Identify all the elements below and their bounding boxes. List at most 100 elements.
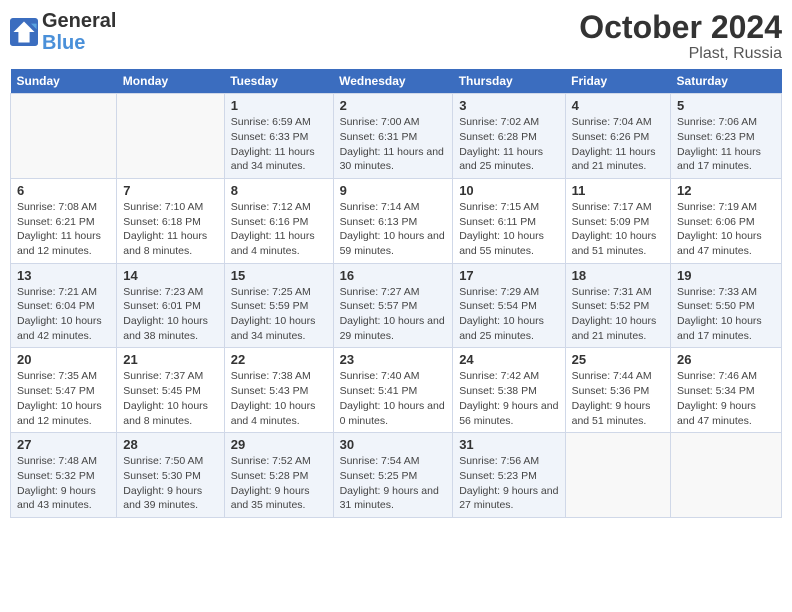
- calendar-cell: 10 Sunrise: 7:15 AMSunset: 6:11 PMDayligh…: [453, 178, 565, 263]
- calendar-cell: 13 Sunrise: 7:21 AMSunset: 6:04 PMDayligh…: [11, 263, 117, 348]
- weekday-header: Monday: [117, 69, 224, 94]
- day-info: Sunrise: 7:06 AMSunset: 6:23 PMDaylight:…: [677, 115, 775, 174]
- calendar-cell: 3Sunrise: 7:02 AMSunset: 6:28 PMDaylight…: [453, 94, 565, 179]
- day-info: Sunrise: 7:25 AMSunset: 5:59 PMDaylight:…: [231, 285, 327, 344]
- weekday-header: Thursday: [453, 69, 565, 94]
- calendar-table: SundayMondayTuesdayWednesdayThursdayFrid…: [10, 69, 782, 518]
- calendar-cell: 5 Sunrise: 7:06 AMSunset: 6:23 PMDaylight…: [671, 94, 782, 179]
- weekday-header: Sunday: [11, 69, 117, 94]
- calendar-cell: 20 Sunrise: 7:35 AMSunset: 5:47 PMDayligh…: [11, 348, 117, 433]
- calendar-week-row: 1 Sunrise: 6:59 AMSunset: 6:33 PMDaylight…: [11, 94, 782, 179]
- weekday-header: Tuesday: [224, 69, 333, 94]
- day-info: Sunrise: 7:31 AMSunset: 5:52 PMDaylight:…: [572, 285, 664, 344]
- calendar-cell: [671, 433, 782, 518]
- day-number: 5: [677, 98, 775, 113]
- day-number: 18: [572, 268, 664, 283]
- day-info: Sunrise: 7:21 AMSunset: 6:04 PMDaylight:…: [17, 285, 110, 344]
- calendar-cell: 25 Sunrise: 7:44 AMSunset: 5:36 PMDayligh…: [565, 348, 670, 433]
- calendar-cell: 27Sunrise: 7:48 AMSunset: 5:32 PMDayligh…: [11, 433, 117, 518]
- calendar-cell: 15 Sunrise: 7:25 AMSunset: 5:59 PMDayligh…: [224, 263, 333, 348]
- page-subtitle: Plast, Russia: [579, 45, 782, 63]
- day-number: 6: [17, 183, 110, 198]
- day-info: Sunrise: 7:33 AMSunset: 5:50 PMDaylight:…: [677, 285, 775, 344]
- day-info: Sunrise: 7:38 AMSunset: 5:43 PMDaylight:…: [231, 369, 327, 428]
- calendar-cell: 2 Sunrise: 7:00 AMSunset: 6:31 PMDaylight…: [333, 94, 453, 179]
- day-info: Sunrise: 7:46 AMSunset: 5:34 PMDaylight:…: [677, 369, 775, 428]
- day-number: 16: [340, 268, 447, 283]
- day-number: 21: [123, 352, 217, 367]
- day-number: 29: [231, 437, 327, 452]
- day-number: 9: [340, 183, 447, 198]
- calendar-cell: 28Sunrise: 7:50 AMSunset: 5:30 PMDayligh…: [117, 433, 224, 518]
- calendar-cell: 6Sunrise: 7:08 AMSunset: 6:21 PMDaylight…: [11, 178, 117, 263]
- day-number: 30: [340, 437, 447, 452]
- day-number: 12: [677, 183, 775, 198]
- day-info: Sunrise: 7:44 AMSunset: 5:36 PMDaylight:…: [572, 369, 664, 428]
- day-number: 19: [677, 268, 775, 283]
- calendar-header: SundayMondayTuesdayWednesdayThursdayFrid…: [11, 69, 782, 94]
- day-info: Sunrise: 6:59 AMSunset: 6:33 PMDaylight:…: [231, 115, 327, 174]
- day-info: Sunrise: 7:52 AMSunset: 5:28 PMDaylight:…: [231, 454, 327, 513]
- day-number: 1: [231, 98, 327, 113]
- day-number: 11: [572, 183, 664, 198]
- day-number: 25: [572, 352, 664, 367]
- calendar-week-row: 20 Sunrise: 7:35 AMSunset: 5:47 PMDayligh…: [11, 348, 782, 433]
- calendar-cell: 21 Sunrise: 7:37 AMSunset: 5:45 PMDayligh…: [117, 348, 224, 433]
- calendar-cell: 8Sunrise: 7:12 AMSunset: 6:16 PMDaylight…: [224, 178, 333, 263]
- day-info: Sunrise: 7:14 AMSunset: 6:13 PMDaylight:…: [340, 200, 447, 259]
- day-number: 2: [340, 98, 447, 113]
- calendar-cell: [11, 94, 117, 179]
- day-info: Sunrise: 7:40 AMSunset: 5:41 PMDaylight:…: [340, 369, 447, 428]
- weekday-header: Saturday: [671, 69, 782, 94]
- day-number: 15: [231, 268, 327, 283]
- day-info: Sunrise: 7:23 AMSunset: 6:01 PMDaylight:…: [123, 285, 217, 344]
- day-number: 31: [459, 437, 558, 452]
- calendar-cell: 23 Sunrise: 7:40 AMSunset: 5:41 PMDayligh…: [333, 348, 453, 433]
- day-info: Sunrise: 7:15 AMSunset: 6:11 PMDaylight:…: [459, 200, 558, 259]
- day-number: 20: [17, 352, 110, 367]
- day-info: Sunrise: 7:00 AMSunset: 6:31 PMDaylight:…: [340, 115, 447, 174]
- day-info: Sunrise: 7:27 AMSunset: 5:57 PMDaylight:…: [340, 285, 447, 344]
- day-number: 7: [123, 183, 217, 198]
- day-number: 26: [677, 352, 775, 367]
- logo-text-line1: General: [42, 10, 116, 32]
- calendar-cell: 1 Sunrise: 6:59 AMSunset: 6:33 PMDaylight…: [224, 94, 333, 179]
- calendar-cell: 18 Sunrise: 7:31 AMSunset: 5:52 PMDayligh…: [565, 263, 670, 348]
- calendar-week-row: 27Sunrise: 7:48 AMSunset: 5:32 PMDayligh…: [11, 433, 782, 518]
- calendar-week-row: 13 Sunrise: 7:21 AMSunset: 6:04 PMDayligh…: [11, 263, 782, 348]
- calendar-cell: 4Sunrise: 7:04 AMSunset: 6:26 PMDaylight…: [565, 94, 670, 179]
- calendar-cell: 29 Sunrise: 7:52 AMSunset: 5:28 PMDayligh…: [224, 433, 333, 518]
- calendar-cell: 24Sunrise: 7:42 AMSunset: 5:38 PMDayligh…: [453, 348, 565, 433]
- day-number: 27: [17, 437, 110, 452]
- calendar-cell: 14 Sunrise: 7:23 AMSunset: 6:01 PMDayligh…: [117, 263, 224, 348]
- page-header: General Blue October 2024 Plast, Russia: [10, 10, 782, 63]
- day-info: Sunrise: 7:54 AMSunset: 5:25 PMDaylight:…: [340, 454, 447, 513]
- day-number: 22: [231, 352, 327, 367]
- day-info: Sunrise: 7:29 AMSunset: 5:54 PMDaylight:…: [459, 285, 558, 344]
- day-info: Sunrise: 7:35 AMSunset: 5:47 PMDaylight:…: [17, 369, 110, 428]
- calendar-cell: 30 Sunrise: 7:54 AMSunset: 5:25 PMDayligh…: [333, 433, 453, 518]
- calendar-cell: 16 Sunrise: 7:27 AMSunset: 5:57 PMDayligh…: [333, 263, 453, 348]
- calendar-cell: 11 Sunrise: 7:17 AMSunset: 5:09 PMDayligh…: [565, 178, 670, 263]
- calendar-cell: 9 Sunrise: 7:14 AMSunset: 6:13 PMDaylight…: [333, 178, 453, 263]
- calendar-cell: 7 Sunrise: 7:10 AMSunset: 6:18 PMDaylight…: [117, 178, 224, 263]
- calendar-cell: 31Sunrise: 7:56 AMSunset: 5:23 PMDayligh…: [453, 433, 565, 518]
- logo-text-line2: Blue: [42, 32, 116, 54]
- day-number: 24: [459, 352, 558, 367]
- day-info: Sunrise: 7:02 AMSunset: 6:28 PMDaylight:…: [459, 115, 558, 174]
- weekday-header: Wednesday: [333, 69, 453, 94]
- day-info: Sunrise: 7:37 AMSunset: 5:45 PMDaylight:…: [123, 369, 217, 428]
- day-number: 8: [231, 183, 327, 198]
- logo-icon: [10, 18, 38, 46]
- day-number: 4: [572, 98, 664, 113]
- logo: General Blue: [10, 10, 116, 54]
- weekday-header: Friday: [565, 69, 670, 94]
- day-number: 14: [123, 268, 217, 283]
- day-info: Sunrise: 7:10 AMSunset: 6:18 PMDaylight:…: [123, 200, 217, 259]
- day-number: 10: [459, 183, 558, 198]
- day-number: 13: [17, 268, 110, 283]
- day-info: Sunrise: 7:17 AMSunset: 5:09 PMDaylight:…: [572, 200, 664, 259]
- day-number: 23: [340, 352, 447, 367]
- calendar-cell: 22 Sunrise: 7:38 AMSunset: 5:43 PMDayligh…: [224, 348, 333, 433]
- calendar-cell: [565, 433, 670, 518]
